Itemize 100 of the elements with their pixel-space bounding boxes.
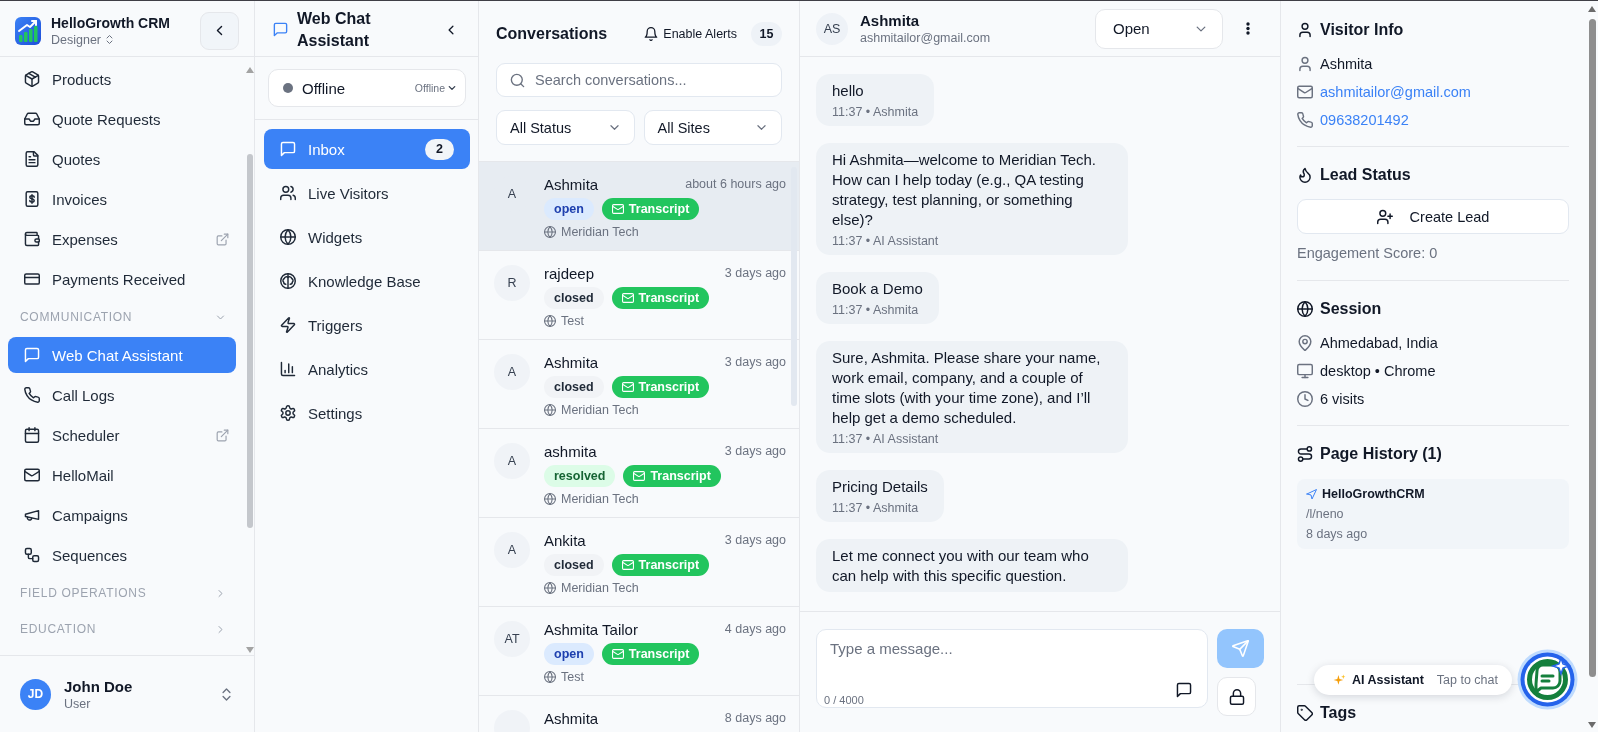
- assistant-chat-button[interactable]: [1517, 649, 1578, 710]
- chat-bot-logo-icon: [1517, 649, 1578, 710]
- ai-assistant-button[interactable]: AI Assistant Tap to chat: [1314, 665, 1512, 695]
- scroll-down-arrow-icon: [1588, 722, 1596, 728]
- workspace-switcher[interactable]: Designer: [51, 32, 116, 47]
- nav-item[interactable]: Web Chat Assistant: [8, 337, 236, 373]
- message-text: Let me connect you with our team who can help with this specific question.: [832, 546, 1090, 586]
- nav-item[interactable]: Live Visitors: [264, 173, 470, 213]
- search-field[interactable]: Search conversations...: [496, 63, 782, 97]
- document-icon: [24, 151, 40, 167]
- section-heading: Session: [1320, 300, 1382, 318]
- nav-item[interactable]: Inbox 2: [264, 129, 470, 169]
- nav-item[interactable]: Invoices: [8, 181, 236, 217]
- user-avatar: JD: [20, 678, 51, 710]
- status-dropdown[interactable]: Open: [1095, 8, 1223, 49]
- message-meta: 11:37 • Ashmita: [832, 302, 920, 318]
- site-name: Meridian Tech: [561, 225, 639, 239]
- navigation-arrow-icon: [1306, 488, 1317, 500]
- timestamp: 3 days ago: [724, 444, 786, 458]
- message-meta: 11:37 • AI Assistant: [832, 233, 940, 249]
- timestamp: 3 days ago: [724, 533, 786, 547]
- nav-item[interactable]: Payments Received: [8, 261, 236, 297]
- settings-icon: [280, 405, 296, 421]
- external-link-icon: [216, 428, 229, 442]
- mail-icon: [24, 467, 40, 483]
- site-name: Test: [561, 314, 584, 328]
- visits-text: 6 visits: [1320, 391, 1365, 407]
- person-icon: [1297, 22, 1313, 38]
- user-role: User: [64, 696, 91, 711]
- tag-icon: [1297, 705, 1313, 721]
- contact-name: rajdeep: [544, 264, 595, 282]
- conversation-item[interactable]: AT Ashmita Tailor 4 days ago open Transcript Test: [479, 607, 799, 696]
- nav-item[interactable]: Quotes: [8, 141, 236, 177]
- status-badge: closed: [544, 554, 604, 576]
- lock-button[interactable]: [1217, 677, 1256, 716]
- scrollbar[interactable]: [247, 154, 253, 528]
- nav-item[interactable]: Call Logs: [8, 377, 236, 413]
- credit-card-icon: [24, 271, 40, 287]
- inbox-tray-icon: [24, 111, 40, 127]
- nav-item[interactable]: Knowledge Base: [264, 261, 470, 301]
- contact-avatar: R: [494, 265, 530, 301]
- monitor-icon: [1297, 363, 1313, 379]
- count-badge: 2: [425, 138, 454, 160]
- conversation-item[interactable]: A Ankita 3 days ago closed Transcript Meridian Tech: [479, 518, 799, 607]
- nav-item[interactable]: HelloMail: [8, 457, 236, 493]
- chevron-down-icon: [447, 83, 457, 93]
- message-text: Hi Ashmita—welcome to Meridian Tech. How can I help today (e.g., QA testing strategy, test planning, or something else)?: [832, 150, 1097, 230]
- engagement-score: Engagement Score: 0: [1297, 244, 1439, 263]
- enable-alerts-button[interactable]: Enable Alerts: [644, 27, 737, 41]
- phone-link[interactable]: 09638201492: [1320, 112, 1409, 128]
- filter-dropdown[interactable]: All Sites: [643, 110, 782, 145]
- nav-item[interactable]: Triggers: [264, 305, 470, 345]
- chat-bubble-icon: [273, 22, 288, 37]
- filter-dropdown[interactable]: All Status: [496, 110, 635, 145]
- message-text: hello: [832, 81, 865, 101]
- conversation-item[interactable]: A ashmita 3 days ago resolved Transcript Meridian Tech: [479, 429, 799, 518]
- message-text: Book a Demo: [832, 279, 923, 299]
- conversation-item[interactable]: Ashmita 8 days ago: [479, 696, 799, 732]
- wallet-icon: [24, 231, 40, 247]
- mail-icon: [611, 203, 624, 215]
- person-icon: [1297, 56, 1313, 72]
- hint-text: Tap to chat: [1436, 673, 1498, 687]
- nav-item[interactable]: Settings: [264, 393, 470, 433]
- site-name: Meridian Tech: [561, 581, 639, 595]
- bell-icon: [644, 27, 659, 41]
- chat-bubble-icon[interactable]: [1176, 682, 1192, 698]
- panel-title: Web Chat Assistant: [297, 8, 372, 51]
- more-options-button[interactable]: [1246, 22, 1250, 35]
- status-dropdown[interactable]: Offline Offline: [268, 69, 466, 107]
- route-icon: [1297, 446, 1313, 462]
- nav-item[interactable]: Products: [8, 61, 236, 97]
- nav-item[interactable]: Expenses: [8, 221, 236, 257]
- timestamp: 3 days ago: [724, 266, 786, 280]
- contact-avatar: AT: [494, 621, 530, 657]
- timestamp: about 6 hours ago: [685, 177, 786, 191]
- globe-icon: [544, 315, 556, 327]
- lightning-icon: [280, 317, 296, 333]
- page-time: 8 days ago: [1306, 526, 1369, 543]
- nav-item[interactable]: Quote Requests: [8, 101, 236, 137]
- globe-icon: [544, 226, 556, 238]
- scrollbar[interactable]: [1589, 19, 1596, 677]
- send-icon: [1232, 640, 1249, 657]
- nav-item[interactable]: Analytics: [264, 349, 470, 389]
- nav-item[interactable]: Widgets: [264, 217, 470, 257]
- status-caption: Offline: [414, 82, 457, 94]
- chevron-right-icon: [215, 623, 226, 635]
- sparkle-icon: [1333, 673, 1347, 687]
- mail-icon: [621, 381, 634, 393]
- message-text: Sure, Ashmita. Please share your name, work email, company, and a couple of time slots (with your time zone), and I’ll help get a demo scheduled.: [832, 348, 1102, 428]
- conversation-item[interactable]: A Ashmita about 6 hours ago open Transcript Meridian Tech: [479, 162, 799, 251]
- conversation-item[interactable]: A Ashmita 3 days ago closed Transcript Meridian Tech: [479, 340, 799, 429]
- status-badge: closed: [544, 287, 604, 309]
- chevrons-up-down-icon[interactable]: [219, 686, 234, 702]
- nav-item[interactable]: Scheduler: [8, 417, 236, 453]
- nav-item[interactable]: Sequences: [8, 537, 236, 573]
- contact-name: Ashmita: [544, 175, 599, 193]
- create-lead-button[interactable]: Create Lead: [1297, 199, 1569, 234]
- nav-item[interactable]: Campaigns: [8, 497, 236, 533]
- calendar-icon: [24, 427, 40, 443]
- email-link[interactable]: ashmitailor@gmail.com: [1320, 84, 1471, 100]
